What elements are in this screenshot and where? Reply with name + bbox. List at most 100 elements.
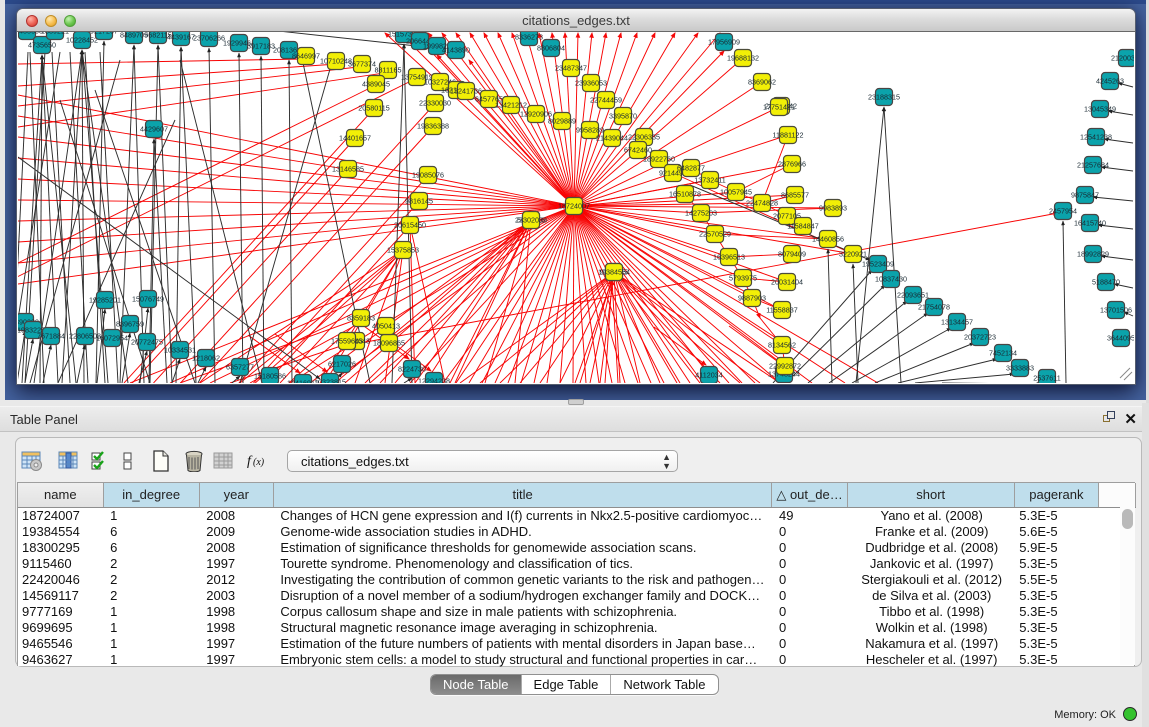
svg-text:9887903: 9887903: [738, 294, 766, 303]
svg-text:8336273: 8336273: [515, 33, 543, 42]
svg-text:14460856: 14460856: [812, 235, 844, 244]
svg-text:21754078: 21754078: [918, 303, 950, 312]
svg-text:7671884: 7671884: [37, 332, 65, 341]
svg-text:19285201: 19285201: [89, 296, 121, 305]
svg-text:14401657: 14401657: [339, 134, 371, 143]
svg-text:18724007: 18724007: [558, 202, 590, 211]
svg-text:22744459: 22744459: [590, 96, 622, 105]
svg-text:10837430: 10837430: [875, 275, 907, 284]
svg-text:20031404: 20031404: [771, 278, 803, 287]
svg-text:22093651: 22093651: [897, 291, 929, 300]
svg-text:23706266: 23706266: [193, 34, 225, 43]
svg-text:9875847: 9875847: [1071, 191, 1099, 200]
svg-text:15180586: 15180586: [254, 372, 286, 381]
svg-text:9816145: 9816145: [405, 197, 433, 206]
svg-text:18992829: 18992829: [1077, 250, 1109, 259]
svg-text:3333883: 3333883: [1006, 364, 1034, 373]
svg-text:8806804: 8806804: [537, 44, 565, 53]
svg-text:14275203: 14275203: [685, 209, 717, 218]
svg-text:13146585: 13146585: [332, 165, 364, 174]
svg-text:13421212: 13421212: [495, 101, 527, 110]
svg-text:8369062: 8369062: [748, 78, 776, 87]
svg-text:3644095: 3644095: [1107, 334, 1134, 343]
svg-text:6742460: 6742460: [624, 146, 652, 155]
svg-text:8811165: 8811165: [375, 66, 402, 75]
svg-text:7452134: 7452134: [989, 349, 1017, 358]
svg-text:4429607: 4429607: [140, 125, 168, 134]
svg-text:9983893: 9983893: [819, 204, 847, 213]
svg-text:12541238: 12541238: [1080, 133, 1112, 142]
svg-text:19384554: 19384554: [598, 268, 630, 277]
svg-text:20580115: 20580115: [358, 104, 389, 113]
svg-text:10228452: 10228452: [66, 36, 98, 45]
svg-text:18922760: 18922760: [643, 155, 675, 164]
svg-text:23302033: 23302033: [515, 216, 547, 225]
svg-text:1218062: 1218062: [192, 354, 220, 363]
svg-text:11881122: 11881122: [773, 131, 804, 140]
svg-text:4439167: 4439167: [167, 33, 195, 42]
svg-text:16396513: 16396513: [713, 253, 745, 262]
svg-text:19085076: 19085076: [412, 171, 444, 180]
svg-text:2537611: 2537611: [1033, 374, 1060, 383]
svg-text:4735650: 4735650: [28, 41, 56, 50]
svg-text:12294238: 12294238: [418, 377, 450, 384]
svg-text:16072954: 16072954: [96, 334, 128, 343]
svg-text:3917183: 3917183: [247, 42, 275, 51]
svg-text:19688132: 19688132: [727, 54, 759, 63]
svg-text:2457954: 2457954: [1049, 207, 1077, 216]
svg-text:22306335: 22306335: [628, 133, 660, 142]
svg-text:(x): (x): [253, 457, 265, 468]
svg-text:8396759: 8396759: [116, 320, 144, 329]
svg-text:23188315: 23188315: [868, 93, 900, 102]
svg-text:20372723: 20372723: [964, 333, 996, 342]
svg-text:9217207: 9217207: [90, 32, 118, 36]
svg-text:1839221: 1839221: [41, 32, 69, 36]
svg-text:17956909: 17956909: [708, 38, 740, 47]
svg-text:3395870: 3395870: [609, 112, 637, 121]
svg-text:16415740: 16415740: [1074, 219, 1106, 228]
svg-text:8134562: 8134562: [768, 341, 796, 350]
svg-text:6357277: 6357277: [226, 363, 254, 372]
svg-text:22992872: 22992872: [769, 362, 801, 371]
svg-text:17559643: 17559643: [331, 337, 363, 346]
svg-text:8685577: 8685577: [781, 191, 809, 200]
svg-text:21257684: 21257684: [1077, 161, 1109, 170]
svg-text:23936053: 23936053: [575, 79, 607, 88]
svg-text:15076749: 15076749: [132, 295, 164, 304]
svg-text:19523409: 19523409: [862, 260, 894, 269]
svg-text:22474828: 22474828: [746, 199, 778, 208]
svg-text:23487347: 23487347: [555, 64, 587, 73]
svg-text:13134457: 13134457: [941, 318, 973, 327]
svg-text:18096865: 18096865: [373, 339, 405, 348]
svg-text:2876966: 2876966: [778, 160, 806, 169]
svg-text:4112034: 4112034: [695, 371, 722, 380]
svg-text:22570529: 22570529: [699, 230, 731, 239]
svg-text:4143890: 4143890: [442, 46, 470, 55]
svg-text:4389045: 4389045: [362, 80, 390, 89]
svg-text:3220921: 3220921: [839, 250, 867, 259]
svg-text:21439044: 21439044: [596, 134, 628, 143]
svg-text:8079409: 8079409: [778, 250, 806, 259]
svg-text:15375853: 15375853: [387, 246, 419, 255]
svg-text:22330030: 22330030: [419, 99, 451, 108]
svg-text:4245263: 4245263: [1096, 77, 1124, 86]
svg-text:13701506: 13701506: [1100, 306, 1132, 315]
svg-text:13732411: 13732411: [694, 176, 725, 185]
svg-text:11584847: 11584847: [787, 222, 818, 231]
svg-text:3677374: 3677374: [348, 60, 376, 69]
svg-text:20772475: 20772475: [131, 338, 163, 347]
svg-text:8646997: 8646997: [292, 52, 320, 61]
svg-text:10323815: 10323815: [314, 378, 346, 384]
svg-text:6482877: 6482877: [677, 164, 705, 173]
svg-text:5793975: 5793975: [729, 274, 757, 283]
svg-text:17751421: 17751421: [763, 103, 795, 112]
svg-text:11558837: 11558837: [766, 306, 797, 315]
svg-text:10057945: 10057945: [720, 188, 752, 197]
svg-text:6217026: 6217026: [328, 360, 356, 369]
svg-text:22455603: 22455603: [18, 32, 43, 36]
svg-text:4050413: 4050413: [372, 322, 400, 331]
svg-text:8359183: 8359183: [347, 314, 375, 323]
svg-text:13045349: 13045349: [1084, 105, 1116, 114]
svg-text:21200396: 21200396: [1111, 54, 1134, 63]
svg-text:19836388: 19836388: [417, 122, 449, 131]
